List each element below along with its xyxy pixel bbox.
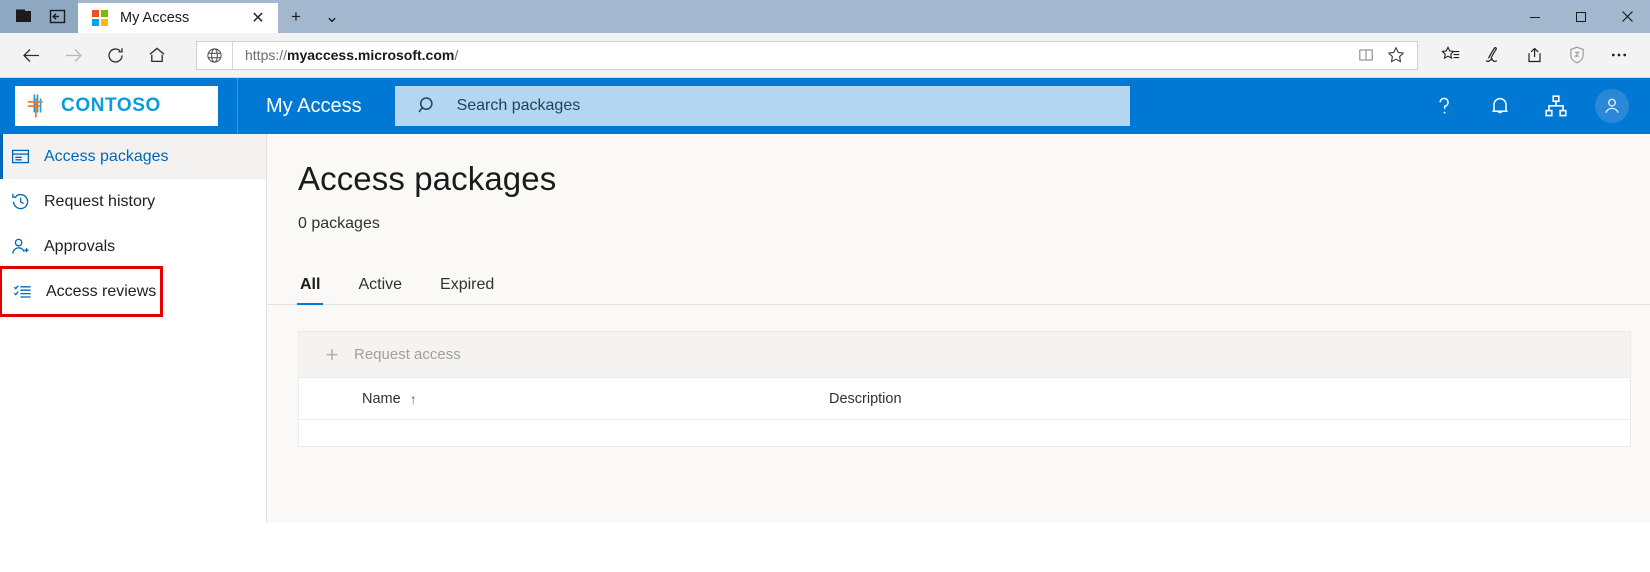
- packages-panel: + Request access Name ↑ Description: [298, 331, 1631, 447]
- notes-pen-icon[interactable]: [1472, 36, 1514, 74]
- app-header: CONTOSO My Access Search packages: [0, 78, 1650, 134]
- sidebar-item-access-packages[interactable]: Access packages: [0, 134, 266, 179]
- favorite-star-icon[interactable]: [1381, 42, 1411, 69]
- history-icon: [11, 192, 37, 211]
- app-body: Access packages Request history Approval…: [0, 134, 1650, 523]
- column-header-name-label: Name: [362, 391, 401, 407]
- sidebar-item-request-history[interactable]: Request history: [0, 179, 266, 224]
- checklist-icon: [13, 282, 39, 301]
- search-input[interactable]: Search packages: [395, 86, 1130, 126]
- new-tab-button[interactable]: +: [278, 0, 314, 33]
- close-button[interactable]: [1604, 0, 1650, 33]
- help-icon[interactable]: [1416, 78, 1472, 134]
- table-header-row: Name ↑ Description: [299, 378, 1630, 420]
- person-add-icon: [11, 237, 37, 256]
- page-title: Access packages: [267, 134, 1650, 198]
- browser-tab[interactable]: My Access ✕: [78, 3, 278, 33]
- chevron-down-icon[interactable]: ⌄: [314, 0, 350, 33]
- sidebar-item-access-reviews[interactable]: Access reviews: [2, 269, 160, 314]
- sidebar-item-label: Request history: [37, 193, 155, 211]
- forward-icon[interactable]: [52, 36, 94, 74]
- avatar: [1595, 89, 1629, 123]
- column-header-name[interactable]: Name ↑: [299, 391, 829, 407]
- main-content: Access packages 0 packages All Active Ex…: [267, 134, 1650, 523]
- favorites-hub-icon[interactable]: [1430, 36, 1472, 74]
- app-title: My Access: [238, 95, 362, 118]
- minimize-button[interactable]: [1512, 0, 1558, 33]
- sidebar-item-label: Access reviews: [39, 283, 156, 301]
- sidebar-item-label: Access packages: [37, 148, 169, 166]
- request-access-button[interactable]: + Request access: [321, 344, 461, 366]
- contoso-logo[interactable]: CONTOSO: [15, 86, 218, 126]
- tab-title: My Access: [120, 10, 244, 26]
- plus-icon: +: [321, 344, 343, 366]
- browser-navbar: https://myaccess.microsoft.com/: [0, 33, 1650, 78]
- sidebar-item-label: Approvals: [37, 238, 115, 256]
- contoso-logo-text: CONTOSO: [61, 95, 161, 117]
- close-icon[interactable]: ✕: [244, 4, 272, 32]
- url-text[interactable]: https://myaccess.microsoft.com/: [233, 47, 1351, 63]
- sort-ascending-icon: ↑: [410, 391, 417, 407]
- set-aside-tabs-icon[interactable]: [6, 0, 40, 33]
- header-actions: [1416, 78, 1640, 134]
- tab-active[interactable]: Active: [356, 276, 404, 304]
- contoso-logo-mark-icon: [25, 92, 53, 120]
- more-icon[interactable]: [1598, 36, 1640, 74]
- org-chart-icon[interactable]: [1528, 78, 1584, 134]
- reading-view-icon[interactable]: [1351, 42, 1381, 69]
- bell-icon[interactable]: [1472, 78, 1528, 134]
- account-button[interactable]: [1584, 78, 1640, 134]
- tab-all[interactable]: All: [298, 276, 322, 304]
- globe-icon: [197, 42, 233, 69]
- request-access-label: Request access: [354, 346, 461, 363]
- microsoft-logo-icon: [92, 10, 108, 26]
- tab-expired[interactable]: Expired: [438, 276, 496, 304]
- search-placeholder: Search packages: [443, 97, 581, 115]
- column-header-description-label: Description: [829, 391, 902, 407]
- package-count: 0 packages: [267, 198, 1650, 233]
- search-icon: [413, 95, 443, 117]
- command-bar: + Request access: [299, 332, 1630, 378]
- column-header-description[interactable]: Description: [829, 391, 902, 407]
- package-icon: [11, 147, 37, 166]
- content-tabs: All Active Expired: [267, 265, 1650, 305]
- browser-window: My Access ✕ + ⌄: [0, 0, 1650, 572]
- home-icon[interactable]: [136, 36, 178, 74]
- refresh-icon[interactable]: [94, 36, 136, 74]
- shield-icon[interactable]: [1556, 36, 1598, 74]
- window-controls: [1512, 0, 1650, 33]
- browser-titlebar: My Access ✕ + ⌄: [0, 0, 1650, 33]
- titlebar-left-icons: [0, 0, 78, 33]
- sidebar-item-approvals[interactable]: Approvals: [0, 224, 266, 269]
- table-empty-body: [299, 420, 1630, 446]
- tabs-you-set-aside-icon[interactable]: [40, 0, 74, 33]
- sidebar: Access packages Request history Approval…: [0, 134, 267, 523]
- maximize-button[interactable]: [1558, 0, 1604, 33]
- back-icon[interactable]: [10, 36, 52, 74]
- address-bar[interactable]: https://myaccess.microsoft.com/: [196, 41, 1418, 70]
- share-icon[interactable]: [1514, 36, 1556, 74]
